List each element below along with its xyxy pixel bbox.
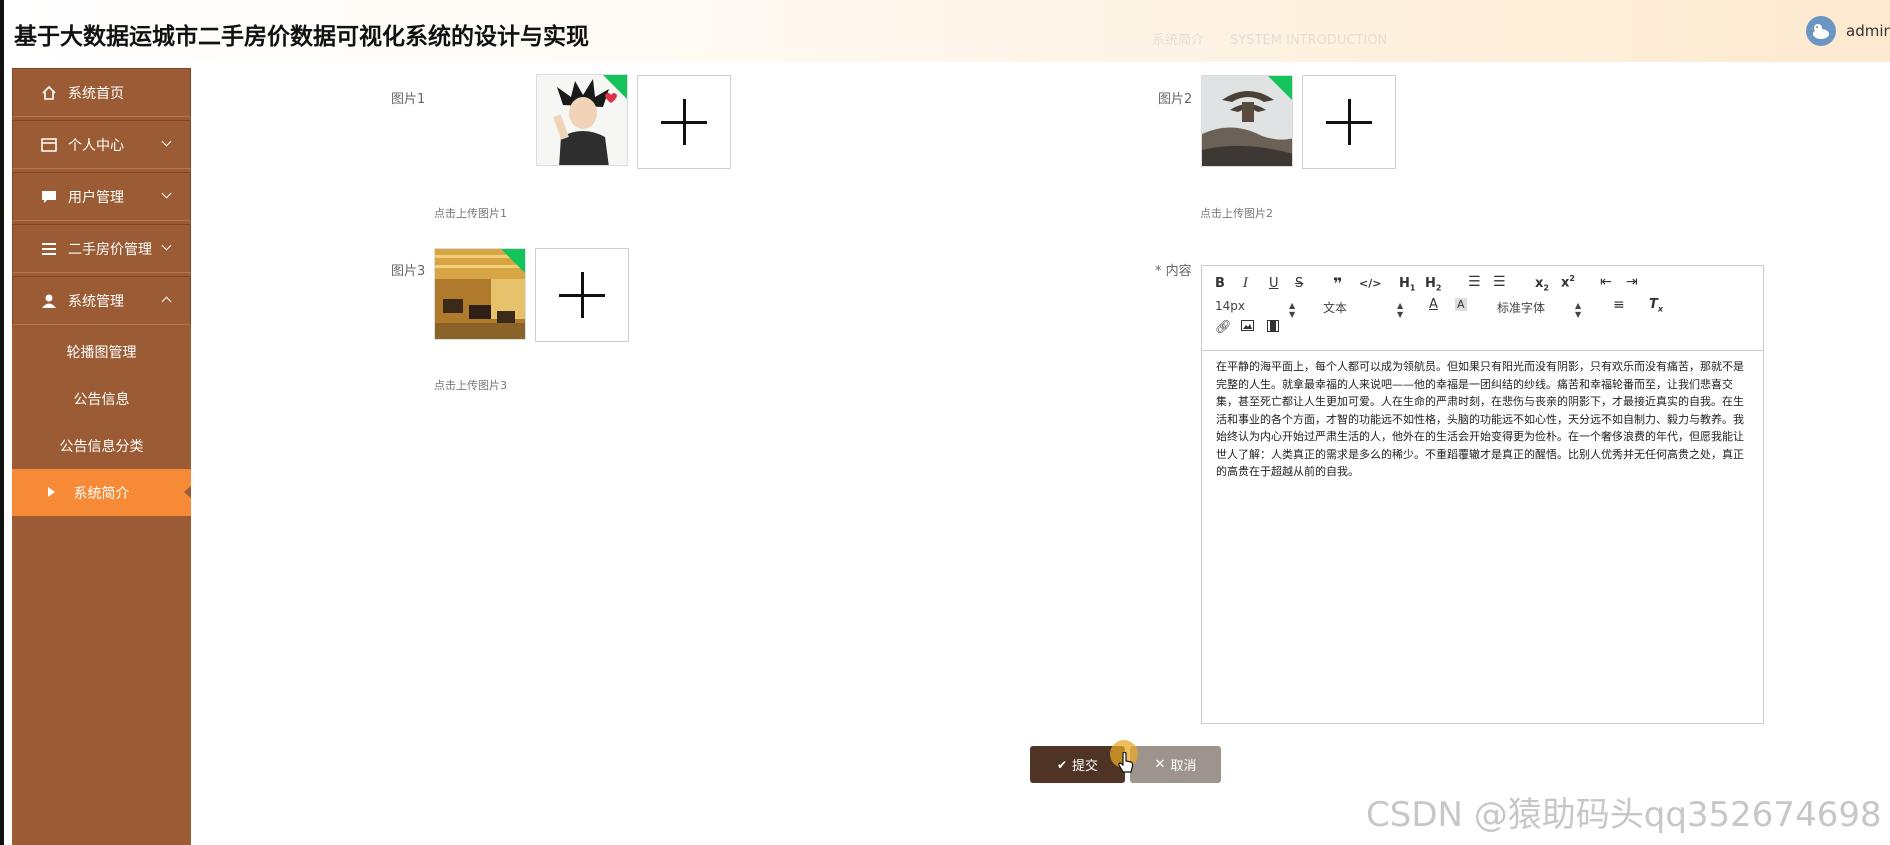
picture2-thumbnail[interactable] [1201, 75, 1293, 167]
indent-icon[interactable]: ⇥ [1626, 274, 1638, 290]
italic-icon[interactable]: I [1243, 276, 1248, 291]
link-icon[interactable]: 🔗︎ [1215, 320, 1232, 335]
submit-label: 提交 [1072, 759, 1099, 774]
sidebar-item-profile[interactable]: 个人中心 [12, 120, 191, 169]
cancel-button[interactable]: ✕ 取消 [1130, 746, 1221, 783]
blockquote-icon[interactable]: ❞ [1333, 274, 1342, 293]
paragraph-type-select[interactable]: 文本 ▲ ▼ [1323, 299, 1409, 319]
sidebar-subitem-notice-category[interactable]: 公告信息分类 [12, 422, 191, 469]
close-icon: ✕ [1154, 757, 1166, 772]
profile-card-icon [40, 137, 58, 152]
image-icon[interactable] [1241, 320, 1254, 335]
picture3-upload-hint: 点击上传图片3 [434, 379, 507, 392]
underline-icon[interactable]: U [1269, 276, 1279, 291]
play-arrow-icon [48, 487, 55, 497]
select-arrows-icon: ▲ ▼ [1575, 301, 1582, 319]
header-breadcrumb: 系统简介 SYSTEM INTRODUCTION [1152, 29, 1409, 48]
chat-icon [40, 190, 58, 204]
font-family-select[interactable]: 标准字体 ▲ ▼ [1497, 299, 1587, 319]
selected-corner-badge [501, 249, 525, 273]
sidebar-item-home[interactable]: 系统首页 [12, 68, 191, 117]
top-header: 基于大数据运城市二手房价数据可视化系统的设计与实现 系统简介 SYSTEM IN… [4, 0, 1890, 62]
sidebar-item-house-price[interactable]: 二手房价管理 [12, 224, 191, 273]
picture1-label: 图片1 [391, 92, 426, 107]
select-arrows-icon: ▲ ▼ [1397, 301, 1404, 319]
superscript-icon[interactable]: x2 [1561, 274, 1575, 290]
username[interactable]: admin [1846, 22, 1890, 40]
align-icon[interactable]: ≡ [1613, 297, 1625, 313]
picture1-upload-hint: 点击上传图片1 [434, 207, 507, 220]
subscript-icon[interactable]: x2 [1535, 276, 1549, 293]
active-indicator [184, 486, 191, 498]
picture3-upload-button[interactable] [535, 248, 629, 342]
sidebar-item-label: 二手房价管理 [68, 241, 152, 258]
font-color-icon[interactable]: A [1429, 297, 1438, 312]
rich-text-editor: B I U S ❞ </> H1 H2 ☰ ☰ x2 x2 ⇤ ⇥ 14px ▲… [1201, 265, 1764, 724]
home-icon [40, 85, 58, 101]
sidebar-item-system[interactable]: 系统管理 [12, 276, 191, 325]
chevron-up-icon [161, 296, 172, 307]
picture2-upload-hint: 点击上传图片2 [1200, 207, 1273, 220]
header-tab-en: SYSTEM INTRODUCTION [1230, 33, 1388, 48]
watermark: CSDN @猿助码头qq352674698 [1366, 795, 1882, 835]
selected-corner-badge [603, 75, 627, 99]
picture3-label: 图片3 [391, 264, 426, 279]
duck-avatar-icon [1811, 24, 1829, 39]
header1-icon[interactable]: H1 [1399, 276, 1415, 293]
video-icon[interactable] [1267, 320, 1279, 336]
cancel-label: 取消 [1170, 759, 1197, 774]
bullet-list-icon[interactable]: ☰ [1493, 274, 1506, 290]
sidebar-item-users[interactable]: 用户管理 [12, 172, 191, 221]
code-block-icon[interactable]: </> [1359, 277, 1381, 290]
sidebar-item-label: 系统管理 [68, 293, 124, 310]
picture2-upload-button[interactable] [1302, 75, 1396, 169]
hand-cursor-icon [1118, 751, 1134, 778]
ordered-list-icon[interactable]: ☰ [1468, 274, 1481, 290]
content-label: * 内容 [1155, 264, 1192, 279]
picture1-upload-button[interactable] [637, 75, 731, 169]
chevron-down-icon [161, 188, 172, 199]
picture2-label: 图片2 [1158, 92, 1193, 107]
sidebar-subitem-system-intro[interactable]: 系统简介 [12, 469, 191, 516]
header2-icon[interactable]: H2 [1425, 276, 1441, 293]
sidebar-subitem-label: 轮播图管理 [66, 344, 137, 361]
clear-format-icon[interactable]: Tx [1649, 297, 1663, 314]
sidebar-item-label: 系统首页 [68, 85, 124, 102]
sidebar: 系统首页 个人中心 用户管理 二手房价管理 系统管理 轮播图管理 公告信息 公告… [12, 68, 191, 845]
sidebar-subitem-notice[interactable]: 公告信息 [12, 375, 191, 422]
chevron-down-icon [161, 136, 172, 147]
selected-corner-badge [1268, 76, 1292, 100]
sidebar-item-label: 用户管理 [68, 189, 124, 206]
check-icon: ✔ [1056, 757, 1068, 772]
picture1-thumbnail[interactable] [536, 74, 628, 166]
strikethrough-icon[interactable]: S [1295, 276, 1303, 291]
sidebar-subitem-label: 公告信息 [73, 391, 130, 408]
sidebar-item-label: 个人中心 [68, 137, 124, 154]
bold-icon[interactable]: B [1215, 276, 1225, 291]
editor-content[interactable]: 在平静的海平面上，每个人都可以成为领航员。但如果只有阳光而没有阴影，只有欢乐而没… [1216, 358, 1746, 481]
background-color-icon[interactable]: A [1455, 298, 1467, 311]
header-tab-cn: 系统简介 [1152, 33, 1205, 48]
app-title: 基于大数据运城市二手房价数据可视化系统的设计与实现 [14, 24, 589, 50]
sidebar-subitem-carousel[interactable]: 轮播图管理 [12, 328, 191, 375]
editor-toolbar: B I U S ❞ </> H1 H2 ☰ ☰ x2 x2 ⇤ ⇥ 14px ▲… [1202, 266, 1763, 351]
select-arrows-icon: ▲ ▼ [1289, 301, 1296, 319]
window-border [0, 0, 4, 845]
avatar[interactable] [1806, 16, 1836, 46]
font-size-select[interactable]: 14px ▲ ▼ [1215, 299, 1301, 319]
outdent-icon[interactable]: ⇤ [1600, 274, 1612, 290]
list-icon [40, 242, 58, 255]
chevron-down-icon [161, 240, 172, 251]
user-icon [40, 293, 58, 309]
picture3-thumbnail[interactable] [434, 248, 526, 340]
sidebar-subitem-label: 公告信息分类 [59, 438, 144, 455]
sidebar-subitem-label: 系统简介 [73, 485, 130, 502]
